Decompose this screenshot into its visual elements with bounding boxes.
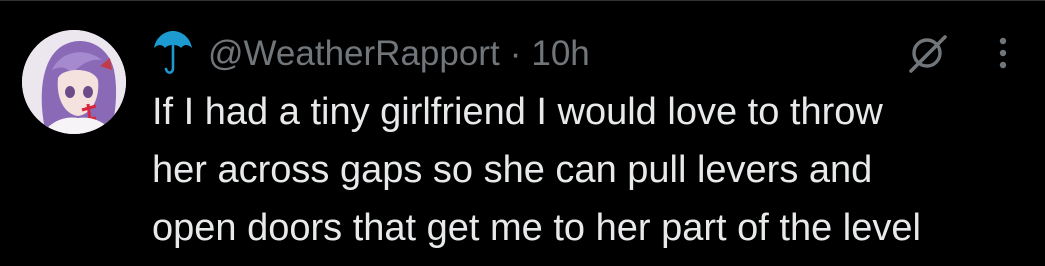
post-text: If I had a tiny girlfriend I would love … — [152, 83, 1032, 257]
post-header: @WeatherRapport · 10h — [152, 27, 1025, 79]
post-timestamp[interactable]: 10h — [531, 36, 589, 71]
author-handle[interactable]: @WeatherRapport — [208, 36, 500, 71]
post-text-line: her across gaps so she can pull levers a… — [152, 149, 873, 191]
post-text-line: If I had a tiny girlfriend I would love … — [152, 91, 883, 133]
avatar-image — [22, 30, 126, 134]
avatar[interactable] — [22, 30, 126, 134]
post-card[interactable]: @WeatherRapport · 10h If I had a tiny gi… — [0, 0, 1045, 266]
umbrella-icon — [154, 31, 192, 74]
separator-dot: · — [509, 33, 522, 73]
more-dots-icon[interactable] — [995, 33, 1011, 73]
grok-icon[interactable] — [905, 31, 949, 75]
post-text-line: open doors that get me to her part of th… — [152, 207, 921, 249]
